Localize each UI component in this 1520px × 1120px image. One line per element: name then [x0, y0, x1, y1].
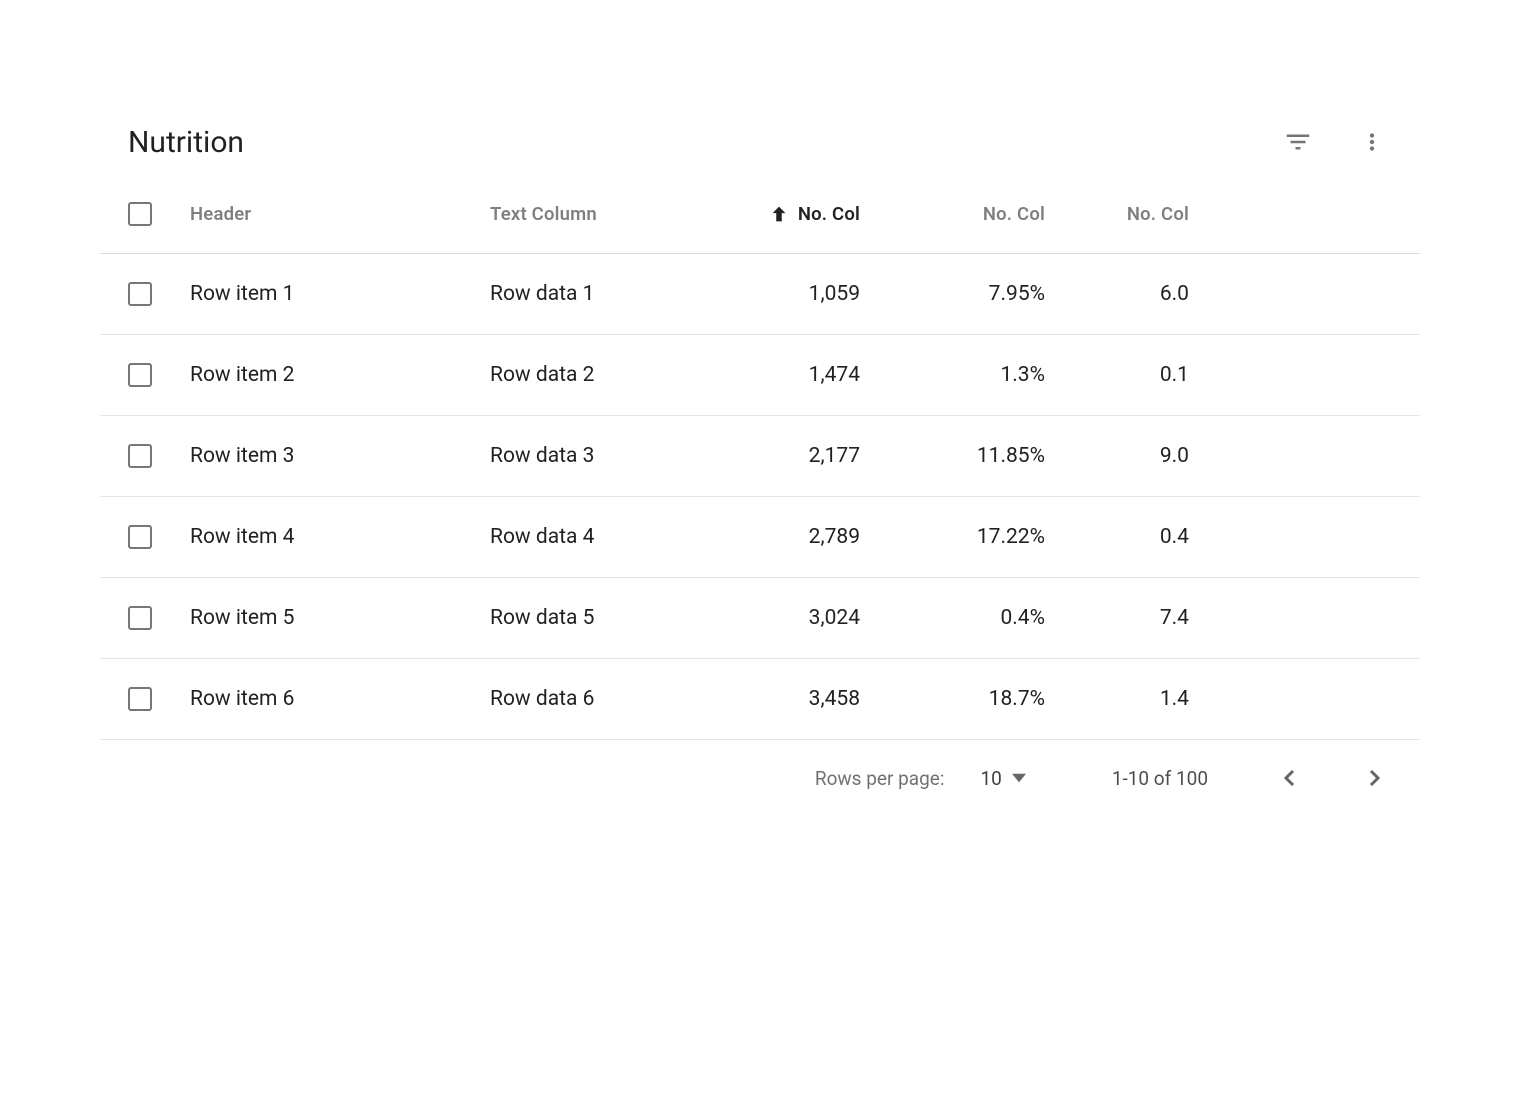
row-text: Row data 5	[490, 606, 690, 630]
toolbar-actions	[1278, 122, 1392, 162]
column-num1-label: No. Col	[798, 203, 860, 225]
row-num1: 3,458	[690, 687, 860, 711]
more-vert-icon	[1359, 129, 1385, 155]
rows-per-page-value: 10	[980, 767, 1001, 790]
row-checkbox[interactable]	[128, 687, 152, 711]
row-num3: 1.4	[1045, 687, 1189, 711]
filter-button[interactable]	[1278, 122, 1318, 162]
row-num2: 18.7%	[860, 687, 1045, 711]
column-num1[interactable]: No. Col	[690, 203, 860, 225]
filter-list-icon	[1283, 127, 1313, 157]
table-row: Row item 1 Row data 1 1,059 7.95% 6.0	[100, 254, 1420, 335]
column-text[interactable]: Text Column	[490, 203, 690, 225]
column-num3[interactable]: No. Col	[1045, 203, 1189, 225]
row-num2: 1.3%	[860, 363, 1045, 387]
chevron-left-icon	[1278, 766, 1302, 790]
row-checkbox[interactable]	[128, 606, 152, 630]
row-text: Row data 2	[490, 363, 690, 387]
row-text: Row data 6	[490, 687, 690, 711]
row-num1: 1,474	[690, 363, 860, 387]
row-num3: 0.1	[1045, 363, 1189, 387]
row-checkbox[interactable]	[128, 363, 152, 387]
toolbar: Nutrition	[100, 110, 1420, 174]
data-table: Header Text Column No. Col No. Col No. C…	[100, 174, 1420, 740]
row-num1: 2,177	[690, 444, 860, 468]
pagination: Rows per page: 10 1-10 of 100	[100, 740, 1420, 816]
pagination-range: 1-10 of 100	[1112, 767, 1208, 790]
row-num2: 17.22%	[860, 525, 1045, 549]
row-num1: 3,024	[690, 606, 860, 630]
page-title: Nutrition	[128, 125, 1278, 160]
row-num2: 7.95%	[860, 282, 1045, 306]
table-row: Row item 3 Row data 3 2,177 11.85% 9.0	[100, 416, 1420, 497]
row-header: Row item 5	[190, 606, 490, 630]
table-row: Row item 4 Row data 4 2,789 17.22% 0.4	[100, 497, 1420, 578]
row-num1: 1,059	[690, 282, 860, 306]
row-num3: 0.4	[1045, 525, 1189, 549]
rows-per-page-select[interactable]: 10	[980, 767, 1025, 790]
table-row: Row item 6 Row data 6 3,458 18.7% 1.4	[100, 659, 1420, 740]
row-text: Row data 1	[490, 282, 690, 306]
row-num3: 9.0	[1045, 444, 1189, 468]
table-header-row: Header Text Column No. Col No. Col No. C…	[100, 174, 1420, 254]
row-checkbox[interactable]	[128, 444, 152, 468]
dropdown-icon	[1012, 771, 1026, 785]
row-header: Row item 1	[190, 282, 490, 306]
chevron-right-icon	[1362, 766, 1386, 790]
row-header: Row item 2	[190, 363, 490, 387]
row-text: Row data 3	[490, 444, 690, 468]
table-row: Row item 2 Row data 2 1,474 1.3% 0.1	[100, 335, 1420, 416]
row-num2: 0.4%	[860, 606, 1045, 630]
more-button[interactable]	[1352, 122, 1392, 162]
row-header: Row item 4	[190, 525, 490, 549]
table-row: Row item 5 Row data 5 3,024 0.4% 7.4	[100, 578, 1420, 659]
row-checkbox[interactable]	[128, 525, 152, 549]
row-text: Row data 4	[490, 525, 690, 549]
select-all-checkbox[interactable]	[128, 202, 152, 226]
arrow-up-icon	[768, 203, 790, 225]
column-header[interactable]: Header	[190, 203, 490, 225]
row-header: Row item 6	[190, 687, 490, 711]
row-num3: 6.0	[1045, 282, 1189, 306]
rows-per-page-label: Rows per page:	[815, 767, 945, 790]
prev-page-button[interactable]	[1272, 760, 1308, 796]
row-num3: 7.4	[1045, 606, 1189, 630]
row-header: Row item 3	[190, 444, 490, 468]
row-checkbox[interactable]	[128, 282, 152, 306]
column-num2[interactable]: No. Col	[860, 203, 1045, 225]
row-num2: 11.85%	[860, 444, 1045, 468]
row-num1: 2,789	[690, 525, 860, 549]
next-page-button[interactable]	[1356, 760, 1392, 796]
